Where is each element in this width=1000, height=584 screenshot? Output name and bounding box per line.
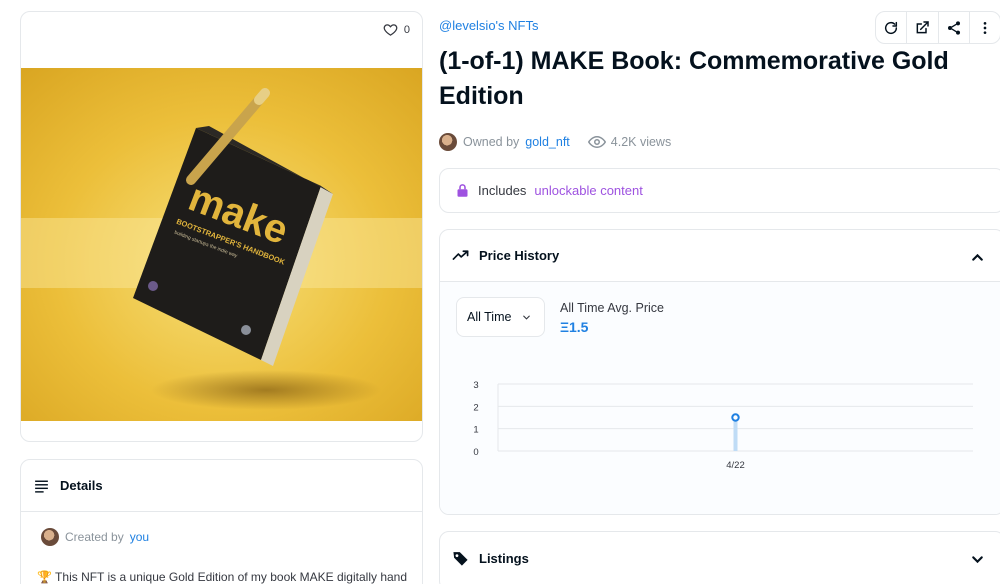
unlockable-content-banner[interactable]: Includes unlockable content	[439, 168, 1000, 213]
y-tick-label: 1	[473, 425, 478, 436]
item-toolbar	[875, 11, 1000, 44]
share-button[interactable]	[939, 12, 970, 43]
like-count: 0	[403, 23, 410, 36]
image-card-topbar: 0	[21, 12, 422, 68]
created-by-row: Created by you	[41, 528, 149, 546]
owner-row: Owned by gold_nft 4.2K views	[439, 133, 671, 151]
chevron-up-icon[interactable]	[969, 249, 986, 266]
more-options-button[interactable]	[970, 12, 1000, 43]
price-point	[731, 413, 740, 422]
y-tick-label: 3	[473, 380, 478, 391]
price-bar	[733, 417, 738, 451]
avg-price-label: All Time Avg. Price	[560, 301, 664, 315]
unlockable-prefix: Includes	[478, 183, 527, 198]
favorite-button[interactable]: 0	[383, 22, 410, 37]
lock-icon	[457, 184, 468, 197]
price-history-panel: Price History All Time All Time Avg. Pri…	[439, 229, 1000, 515]
time-range-value: All Time	[467, 310, 512, 324]
price-history-body: All Time All Time Avg. Price Ξ1.5 0 1 2 3 4/…	[440, 282, 1000, 514]
list-icon	[35, 480, 48, 493]
chevron-down-icon	[523, 315, 531, 320]
external-link-icon	[916, 20, 930, 33]
owner-avatar[interactable]	[439, 133, 457, 151]
owner-link[interactable]: gold_nft	[525, 135, 569, 149]
avg-price-value: Ξ1.5	[560, 319, 589, 335]
tag-icon	[453, 551, 468, 566]
y-tick-label: 0	[473, 447, 478, 458]
view-original-button[interactable]	[907, 12, 939, 43]
trending-up-icon	[452, 250, 469, 260]
refresh-button[interactable]	[876, 12, 908, 43]
listings-panel: Listings	[439, 531, 1000, 584]
eye-icon	[587, 135, 606, 149]
creator-avatar[interactable]	[41, 528, 59, 546]
details-heading: Details	[60, 478, 103, 493]
y-tick-label: 2	[473, 402, 478, 413]
nft-description: 🏆 This NFT is a unique Gold Edition of m…	[37, 570, 408, 584]
chevron-down-icon[interactable]	[969, 551, 986, 568]
refresh-icon	[885, 21, 898, 34]
heart-icon	[383, 24, 398, 36]
listings-heading: Listings	[479, 550, 529, 566]
details-header[interactable]: Details	[21, 460, 422, 512]
nft-artwork[interactable]: make BOOTSTRAPPER'S HANDBOOK building st…	[21, 68, 422, 421]
created-by-label: Created by	[65, 530, 124, 544]
details-panel: Details Created by you 🏆 This NFT is a u…	[20, 459, 423, 584]
x-tick-label: 4/22	[726, 460, 745, 471]
nft-title: (1-of-1) MAKE Book: Commemorative Gold E…	[439, 47, 949, 110]
price-history-heading: Price History	[479, 248, 560, 263]
unlockable-link[interactable]: unlockable content	[534, 183, 642, 198]
price-history-header[interactable]: Price History	[440, 230, 1000, 282]
views-text: 4.2K views	[610, 135, 672, 149]
share-icon	[947, 20, 960, 35]
time-range-select[interactable]: All Time	[456, 297, 545, 337]
nft-image-card: 0 make BOOTSTRAPPER'S HANDBOOK building …	[20, 11, 423, 442]
views-count: 4.2K views	[587, 133, 672, 151]
price-history-chart: 0 1 2 3 4/22	[473, 380, 973, 471]
creator-link[interactable]: you	[130, 530, 149, 544]
listings-header[interactable]: Listings	[440, 532, 1000, 584]
owned-by-label: Owned by	[463, 135, 520, 149]
collection-link[interactable]: @levelsio's NFTs	[439, 18, 538, 33]
more-vertical-icon	[983, 21, 987, 34]
